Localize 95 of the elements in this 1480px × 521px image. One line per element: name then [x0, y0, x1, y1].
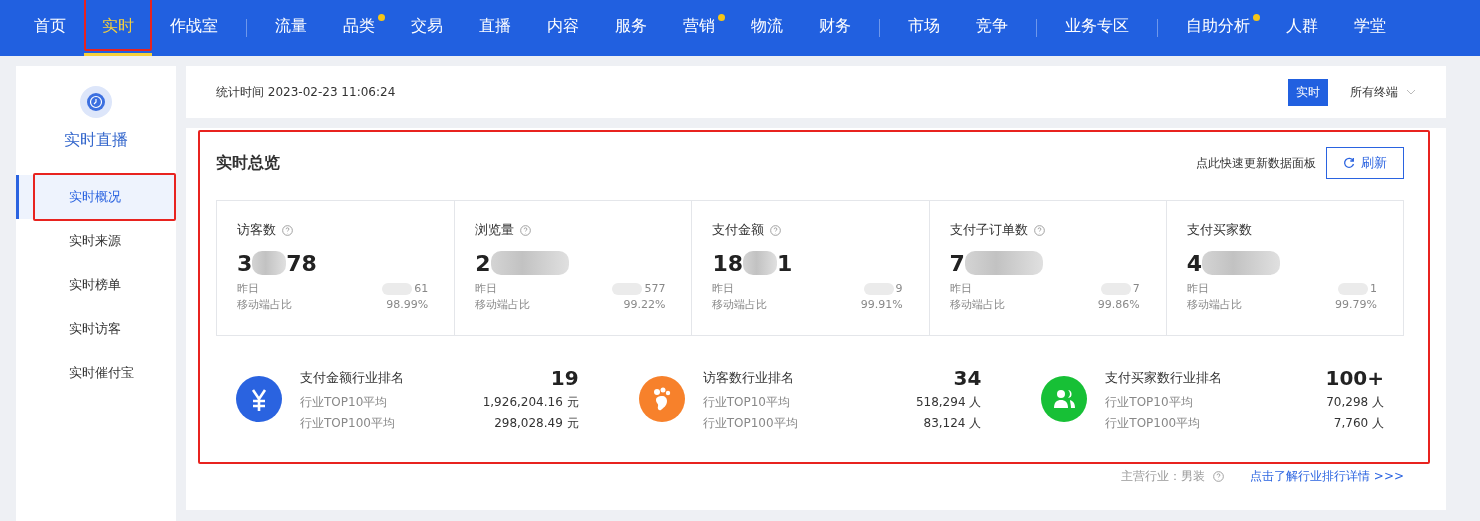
metric-label: 支付子订单数	[949, 221, 1028, 239]
help-icon[interactable]	[520, 224, 532, 236]
industry-label: 主营行业：男装	[1121, 468, 1205, 485]
average-label: 行业TOP10平均	[702, 394, 790, 411]
nav-tab[interactable]: 营销	[665, 0, 733, 56]
yesterday-label: 昨日	[475, 281, 498, 297]
chevron-down-icon	[1406, 89, 1416, 95]
nav-tab[interactable]: 服务	[597, 0, 665, 56]
ranking-number: 100+	[1325, 366, 1384, 390]
mobile-share-label: 移动端占比	[949, 297, 1005, 313]
yesterday-value: 61	[414, 281, 429, 297]
yuan-icon	[236, 376, 282, 422]
mobile-share-label: 移动端占比	[1186, 297, 1242, 313]
nav-tab[interactable]: 自助分析	[1168, 0, 1268, 56]
nav-tab[interactable]: 交易	[393, 0, 461, 56]
sidebar-item[interactable]: 实时榜单	[16, 263, 176, 307]
nav-tab[interactable]: 实时	[84, 0, 152, 56]
footprint-icon	[638, 376, 685, 422]
metric-value: 78	[286, 250, 317, 276]
mobile-share-value: 99.86%	[1097, 297, 1140, 313]
nav-tab[interactable]: 物流	[733, 0, 801, 56]
nav-tab[interactable]: 财务	[801, 0, 869, 56]
nav-tab[interactable]: 流量	[257, 0, 325, 56]
help-icon[interactable]	[1213, 471, 1224, 482]
mobile-share-value: 98.99%	[386, 297, 429, 313]
yesterday-value: 577	[644, 281, 666, 297]
yesterday-label: 昨日	[712, 281, 735, 297]
ranking-title: 支付买家数行业排名	[1105, 369, 1223, 387]
refresh-icon	[1343, 157, 1355, 169]
average-label: 行业TOP10平均	[300, 394, 388, 411]
sidebar-item[interactable]: 实时概况	[16, 175, 176, 219]
average-value: 83,124 人	[923, 415, 982, 432]
terminal-select[interactable]: 所有终端	[1350, 83, 1416, 101]
blur-mosaic	[743, 251, 777, 275]
mobile-share-label: 移动端占比	[475, 297, 531, 313]
metric-label: 支付买家数	[1186, 221, 1252, 239]
help-icon[interactable]	[1033, 224, 1045, 236]
help-icon[interactable]	[770, 224, 782, 236]
blur-mosaic	[252, 251, 287, 275]
yesterday-value: 1	[1370, 281, 1377, 297]
people-icon	[1041, 376, 1088, 422]
ranking-title: 支付金额行业排名	[300, 369, 404, 387]
nav-tab[interactable]: 直播	[461, 0, 529, 56]
yesterday-value: 7	[1132, 281, 1140, 297]
nav-tab[interactable]: 品类	[325, 0, 393, 56]
mobile-share-label: 移动端占比	[237, 297, 292, 313]
average-label: 行业TOP100平均	[1105, 415, 1201, 432]
average-value: 70,298 人	[1326, 394, 1384, 411]
metric-value: 7	[949, 250, 965, 276]
metric-value: 1	[777, 250, 793, 276]
average-label: 行业TOP100平均	[702, 415, 798, 432]
industry-ranking-link[interactable]: 点击了解行业排行详情 >>>	[1250, 468, 1404, 485]
mobile-share-value: 99.22%	[623, 297, 666, 313]
sidebar-title: 实时直播	[64, 130, 128, 151]
average-value: 518,294 人	[915, 394, 982, 411]
sidebar-item[interactable]: 实时催付宝	[16, 351, 176, 395]
metric-value: 18	[712, 250, 743, 276]
nav-tab[interactable]: 人群	[1268, 0, 1336, 56]
average-value: 298,028.49 元	[494, 415, 579, 432]
refresh-hint: 点此快速更新数据面板	[1196, 154, 1316, 172]
mobile-share-value: 99.91%	[860, 297, 903, 313]
yesterday-label: 昨日	[1186, 281, 1209, 297]
ranking-title: 访客数行业排名	[702, 369, 794, 387]
nav-tab[interactable]: 首页	[16, 0, 84, 56]
yesterday-value: 9	[895, 281, 903, 297]
stat-time: 统计时间 2023-02-23 11:06:24	[216, 83, 396, 101]
ranking-number: 19	[550, 366, 579, 390]
metric-value: 2	[475, 250, 491, 276]
realtime-button[interactable]: 实时	[1288, 78, 1328, 106]
average-value: 1,926,204.16 元	[482, 394, 579, 411]
refresh-button[interactable]: 刷新	[1326, 147, 1404, 179]
nav-tab[interactable]: 业务专区	[1047, 0, 1147, 56]
metric-label: 浏览量	[475, 221, 515, 239]
average-label: 行业TOP10平均	[1105, 394, 1193, 411]
metric-value: 4	[1186, 250, 1203, 276]
nav-tab[interactable]: 竞争	[958, 0, 1026, 56]
nav-tab[interactable]: 内容	[529, 0, 597, 56]
mobile-share-label: 移动端占比	[712, 297, 768, 313]
yesterday-label: 昨日	[949, 281, 972, 297]
section-title: 实时总览	[216, 152, 280, 174]
metric-label: 访客数	[237, 221, 276, 239]
yesterday-label: 昨日	[237, 281, 259, 297]
nav-tab[interactable]: 市场	[890, 0, 958, 56]
sidebar-item[interactable]: 实时来源	[16, 219, 176, 263]
mobile-share-value: 99.79%	[1335, 297, 1377, 313]
sidebar-item[interactable]: 实时访客	[16, 307, 176, 351]
average-label: 行业TOP100平均	[300, 415, 395, 432]
average-value: 7,760 人	[1333, 415, 1384, 432]
metric-label: 支付金额	[712, 221, 765, 239]
help-icon[interactable]	[282, 224, 293, 236]
metric-value: 3	[237, 250, 253, 276]
clock-icon	[80, 86, 112, 118]
nav-tab[interactable]: 学堂	[1336, 0, 1404, 56]
ranking-number: 34	[953, 366, 982, 390]
nav-tab[interactable]: 作战室	[152, 0, 236, 56]
